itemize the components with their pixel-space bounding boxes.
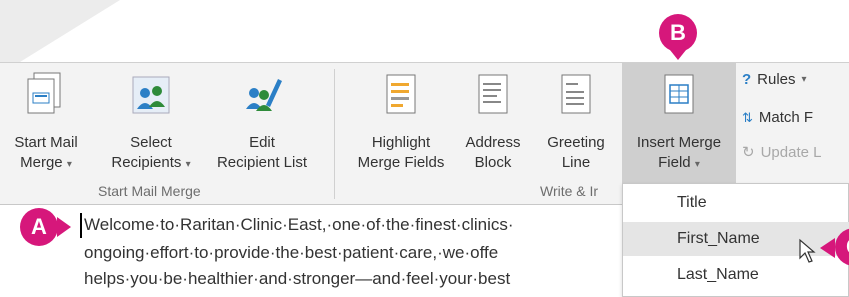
callout-c-pointer [820, 238, 835, 258]
match-fields-icon: ⇅ [742, 109, 753, 125]
edit-recipient-list-button[interactable]: Edit Recipient List [208, 71, 316, 173]
highlight-fields-icon [379, 71, 423, 119]
mail-merge-document-icon [24, 71, 68, 119]
update-labels-icon: ↻ [742, 144, 755, 161]
address-block-button[interactable]: Address Block [462, 71, 524, 173]
mouse-pointer-icon [799, 238, 816, 263]
corner-stripe [0, 0, 120, 62]
dropdown-arrow-icon: ▾ [801, 74, 807, 85]
greeting-line-button[interactable]: Greeting Line [538, 71, 614, 173]
match-fields-button[interactable]: ⇅ Match F [742, 109, 813, 126]
dropdown-arrow-icon: ▾ [185, 159, 191, 170]
dropdown-arrow-icon: ▾ [66, 159, 72, 170]
group-label-start-mail-merge: Start Mail Merge [98, 183, 201, 199]
menu-item-title[interactable]: Title [623, 186, 849, 220]
document-line: helps·you·be·healthier·and·stronger—and·… [84, 269, 511, 288]
text-cursor [80, 213, 82, 238]
document-line: ongoing·effort·to·provide·the·best·patie… [84, 243, 499, 262]
select-recipients-button[interactable]: Select Recipients ▾ [96, 71, 206, 175]
edit-recipients-icon [240, 71, 284, 119]
rules-icon: ? [742, 71, 752, 88]
callout-a: A [20, 208, 58, 246]
group-separator [334, 69, 335, 199]
dropdown-arrow-icon: ▾ [694, 159, 700, 170]
highlight-merge-fields-button[interactable]: Highlight Merge Fields [346, 71, 456, 173]
insert-field-icon [657, 71, 701, 119]
greeting-line-icon [554, 71, 598, 119]
address-block-icon [471, 71, 515, 119]
recipients-people-icon [129, 71, 173, 119]
group-label-write-insert: Write & Ir [540, 183, 599, 199]
callout-b: B [659, 14, 697, 52]
rules-button[interactable]: ? Rules ▾ [742, 71, 807, 88]
document-line: Welcome·to·Raritan·Clinic·East,·one·of·t… [84, 215, 514, 234]
callout-a-pointer [57, 217, 71, 237]
start-mail-merge-button[interactable]: Start Mail Merge ▾ [6, 71, 86, 175]
update-labels-button[interactable]: ↻ Update L [742, 143, 821, 162]
callout-b-pointer [670, 50, 686, 60]
